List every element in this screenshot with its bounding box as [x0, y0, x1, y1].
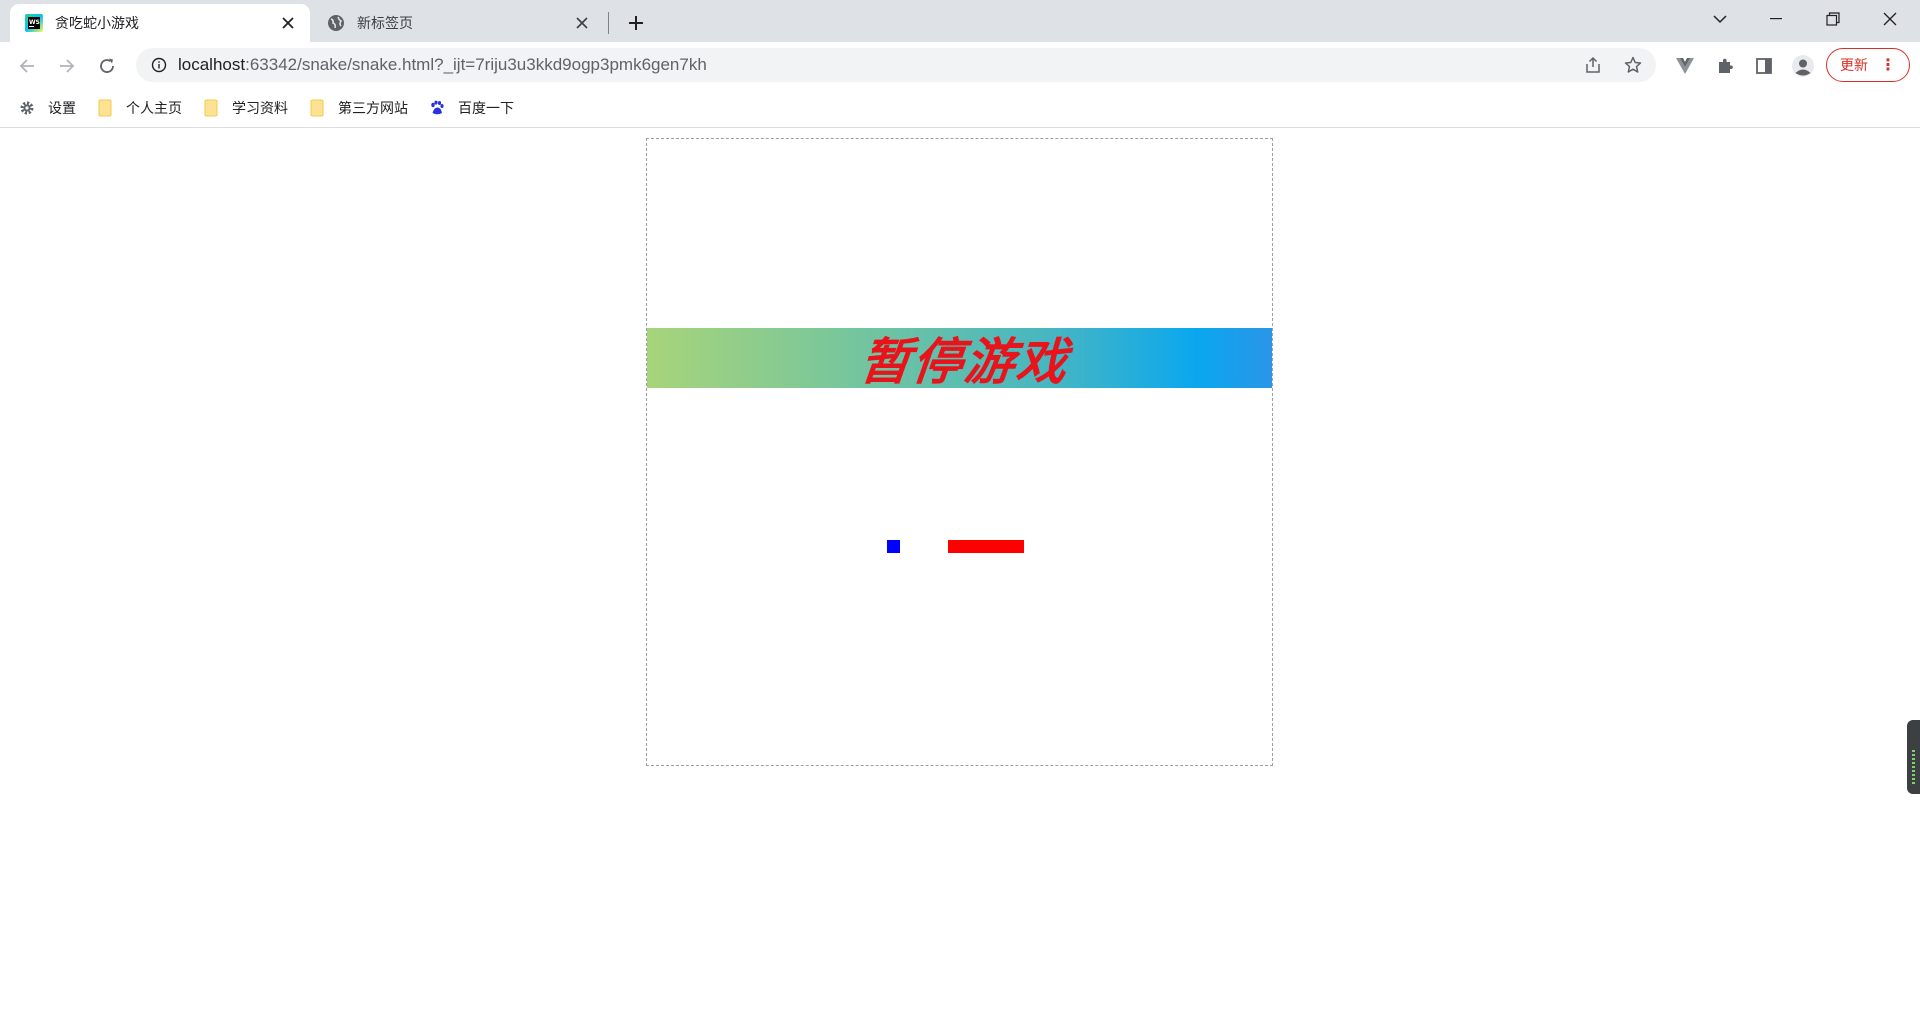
arrow-right-icon: [60, 59, 75, 73]
bookmark-personal-home[interactable]: 个人主页: [96, 93, 192, 123]
baidu-paw-icon: [428, 99, 446, 117]
tab-title: 贪吃蛇小游戏: [55, 16, 139, 32]
chevron-down-icon: [1713, 15, 1727, 24]
level-meter-icon: [1912, 750, 1915, 784]
side-panel-button[interactable]: [1747, 49, 1781, 83]
arrow-left-icon: [19, 59, 34, 73]
minimize-button[interactable]: [1748, 0, 1804, 38]
forward-button[interactable]: [50, 49, 84, 83]
bookmark-third-party-sites[interactable]: 第三方网站: [308, 93, 418, 123]
side-panel-icon: [1756, 58, 1772, 74]
pause-text: 暂停游戏: [857, 332, 1072, 391]
extensions-button[interactable]: [1708, 49, 1742, 83]
close-tab-icon[interactable]: [570, 11, 594, 35]
tab-separator: [608, 12, 609, 34]
bookmark-label: 百度一下: [458, 100, 514, 117]
restore-button[interactable]: [1805, 0, 1861, 38]
url-text: localhost:63342/snake/snake.html?_ijt=7r…: [178, 55, 707, 75]
star-icon: [1624, 56, 1642, 73]
update-label: 更新: [1840, 58, 1868, 74]
bookmark-label: 第三方网站: [338, 100, 408, 117]
svg-text:WS: WS: [29, 19, 40, 26]
reload-button[interactable]: [90, 49, 124, 83]
browser-toolbar: localhost:63342/snake/snake.html?_ijt=7r…: [0, 42, 1920, 88]
bookmark-label: 设置: [48, 100, 76, 117]
bookmark-baidu[interactable]: 百度一下: [428, 93, 524, 123]
globe-icon: [327, 14, 345, 32]
minimize-icon: [1770, 18, 1782, 20]
bookmarks-bar: 设置 个人主页 学习资料 第三方网站 百度一下: [0, 88, 1920, 128]
reload-icon: [100, 58, 114, 73]
side-floating-widget[interactable]: [1907, 720, 1920, 794]
snake-food: [887, 540, 900, 553]
address-bar[interactable]: localhost:63342/snake/snake.html?_ijt=7r…: [136, 48, 1656, 82]
pause-banner[interactable]: 暂停游戏: [647, 328, 1272, 391]
puzzle-icon: [1719, 58, 1733, 73]
bookmark-study-materials[interactable]: 学习资料: [202, 93, 298, 123]
gear-icon: [18, 99, 36, 117]
share-icon: [1586, 56, 1600, 73]
plus-icon: [629, 16, 643, 30]
close-tab-icon[interactable]: [276, 11, 300, 35]
close-window-button[interactable]: [1862, 0, 1918, 38]
game-board[interactable]: 暂停游戏: [646, 138, 1273, 766]
more-menu-icon: ⋮: [1880, 55, 1896, 74]
folder-icon: [308, 99, 326, 117]
bookmark-label: 个人主页: [126, 100, 182, 117]
profile-button[interactable]: [1786, 49, 1820, 83]
webstorm-icon: WS: [25, 14, 43, 32]
restore-icon: [1826, 12, 1840, 26]
snake-body: [948, 540, 1024, 553]
folder-icon: [202, 99, 220, 117]
back-button[interactable]: [10, 49, 44, 83]
folder-icon: [96, 99, 114, 117]
url-host: localhost: [178, 55, 246, 74]
share-button[interactable]: [1577, 49, 1609, 81]
new-tab-button[interactable]: [621, 8, 651, 38]
url-path: :63342/snake/snake.html?_ijt=7riju3u3kkd…: [245, 55, 707, 74]
bookmark-label: 学习资料: [232, 100, 288, 117]
vue-extension-icon: [1676, 58, 1694, 74]
tab-search-button[interactable]: [1692, 0, 1748, 38]
tab-new-tab[interactable]: 新标签页: [312, 4, 604, 42]
update-button[interactable]: 更新 ⋮: [1826, 48, 1910, 82]
bookmark-settings[interactable]: 设置: [18, 93, 86, 123]
tab-title: 新标签页: [357, 16, 413, 32]
close-icon: [1883, 12, 1897, 26]
site-info-icon[interactable]: [150, 56, 168, 74]
bookmark-star-button[interactable]: [1617, 49, 1649, 81]
tab-strip: WS 贪吃蛇小游戏 新标签页: [0, 0, 1920, 42]
vue-devtools-button[interactable]: [1668, 49, 1702, 83]
tab-snake-game[interactable]: WS 贪吃蛇小游戏: [10, 4, 310, 42]
avatar-icon: [1792, 55, 1814, 77]
